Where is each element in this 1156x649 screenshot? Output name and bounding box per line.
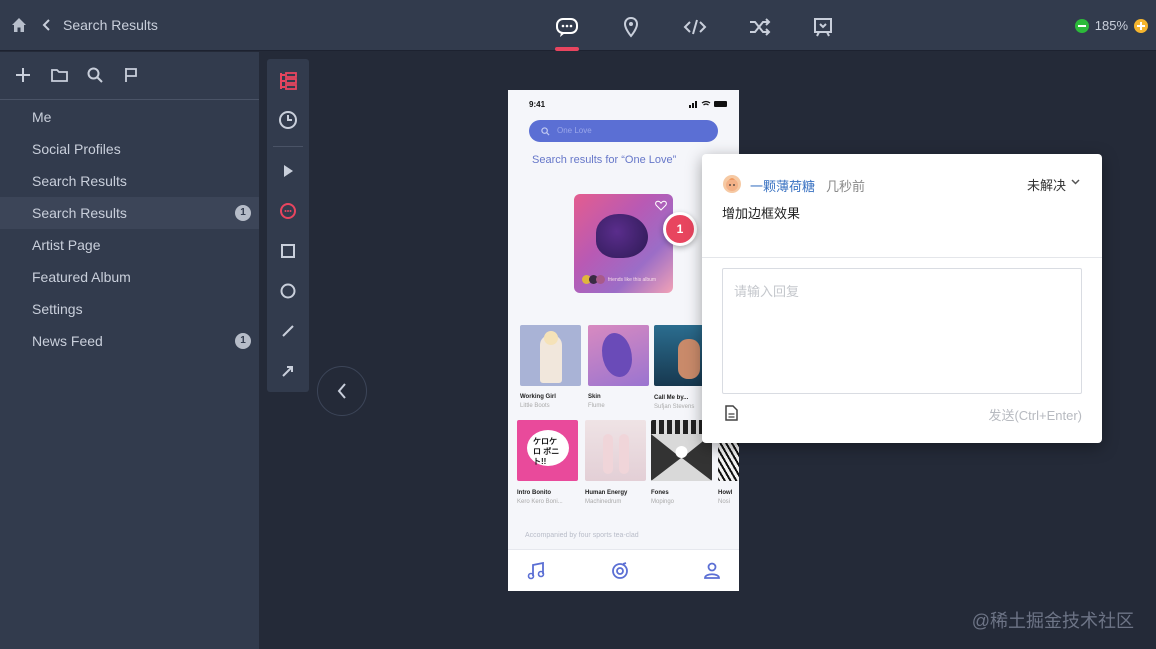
status-time: 9:41 [529,100,546,109]
sidebar-item-social-profiles[interactable]: Social Profiles [0,133,259,165]
album-title: Working Girl [520,394,556,400]
album-artist: Machinedrum [585,499,622,505]
album-tile[interactable] [585,420,646,481]
album-tile[interactable] [520,325,581,386]
album-title: Call Me by... [654,395,689,401]
sidebar-toolbar [0,52,259,100]
comment-count-badge: 1 [235,333,251,349]
album-title: Human Energy [585,490,628,496]
album-artist: Flume [588,403,605,409]
annotation-toolbar [267,59,309,392]
album-artist: Little Boots [520,403,550,409]
circle-icon[interactable] [277,280,299,302]
album-art-text: ケロケロ ボニト!! [533,437,560,466]
zoom-in-icon[interactable] [1134,18,1148,33]
chevron-left-icon [337,383,346,399]
avatar [723,175,741,193]
zoom-level: 185% [1094,18,1128,33]
sidebar-item-artist-page[interactable]: Artist Page [0,229,259,261]
comment-pin[interactable]: 1 [663,212,697,246]
code-icon[interactable] [683,15,707,39]
music-note-icon[interactable] [527,562,545,580]
divider [702,257,1102,258]
status-dropdown[interactable]: 未解决 [1027,175,1066,194]
comment-time: 几秒前 [826,179,866,194]
album-artist: Mopingo [651,499,675,505]
album-tile[interactable]: ケロケロ ボニト!! [517,420,578,481]
arrow-icon[interactable] [277,360,299,382]
phone-footer-text: Accompanied by four sports tea-clad [525,532,639,539]
line-icon[interactable] [277,320,299,342]
portrait-art [678,339,700,379]
comment-icon[interactable] [555,15,579,39]
flower-art [602,333,632,377]
status-icons [689,100,727,108]
active-tab-indicator [555,47,579,51]
search-results-heading: Search results for “One Love” [532,154,677,166]
hand-art [603,434,613,474]
album-title: Fones [651,490,669,496]
sidebar-item-featured-album[interactable]: Featured Album [0,261,259,293]
sidebar-item-me[interactable]: Me [0,101,259,133]
file-icon[interactable] [724,405,738,421]
artist-head [544,331,558,345]
album-artist: Kero Kero Boni... [517,499,563,505]
sidebar-item-search-results[interactable]: Search Results [0,165,259,197]
previous-page-button[interactable] [317,366,367,416]
album-artist: Nosi [718,499,731,505]
flag-screen-icon[interactable] [811,15,835,39]
folder-icon[interactable] [51,67,68,83]
album-title: Intro Bonito [517,490,551,496]
album-tile[interactable] [588,325,649,386]
watermark: @稀土掘金技术社区 [971,611,1134,631]
comment-count-badge: 1 [235,205,251,221]
album-art [596,214,648,258]
friend-avatar [596,275,605,284]
search-icon[interactable] [87,67,103,83]
zoom-control: 185% [1074,18,1148,33]
comment-tool-icon[interactable] [277,200,299,222]
sidebar-item-search-results-active[interactable]: Search Results 1 [0,197,259,229]
pointer-icon[interactable] [277,160,299,182]
comment-author[interactable]: 一颗薄荷糖 [750,176,815,195]
list-tree-icon[interactable] [277,70,299,92]
comment-popup: 一颗薄荷糖 几秒前 未解决 增加边框效果 发送(Ctrl+Enter) [702,154,1102,443]
search-icon [541,127,550,136]
history-icon[interactable] [277,109,299,131]
album-title: Skin [588,394,601,400]
page-title: Search Results [63,17,158,33]
radio-icon[interactable] [611,562,629,580]
home-icon[interactable] [11,17,27,33]
shuffle-icon[interactable] [748,15,772,39]
album-title: Howl [718,490,733,496]
plus-icon[interactable] [15,67,31,83]
sidebar: Me Social Profiles Search Results Search… [0,52,259,649]
album-caption: friends like this album [608,277,657,283]
hand-art [619,434,629,474]
featured-album-cover[interactable]: friends like this album [574,194,673,293]
phone-tab-bar [508,549,739,591]
phone-search-field[interactable]: One Love [529,120,718,142]
chevron-left-icon[interactable] [40,17,54,33]
sidebar-item-settings[interactable]: Settings [0,293,259,325]
top-bar: Search Results 185% [0,0,1156,51]
face-icon [726,178,738,191]
album-artist: Sufjan Stevens [654,404,695,410]
toolbar-divider [273,146,303,147]
user-icon[interactable] [703,561,721,579]
heart-icon[interactable] [655,200,667,211]
comment-text: 增加边框效果 [722,206,801,221]
flag-icon[interactable] [123,67,139,83]
sidebar-item-news-feed[interactable]: News Feed 1 [0,325,259,357]
location-icon[interactable] [619,15,643,39]
reply-input[interactable] [722,268,1082,394]
zoom-out-icon[interactable] [1074,18,1089,33]
chevron-down-icon[interactable] [1071,179,1080,185]
send-button[interactable]: 发送(Ctrl+Enter) [988,405,1082,424]
rectangle-icon[interactable] [277,240,299,262]
